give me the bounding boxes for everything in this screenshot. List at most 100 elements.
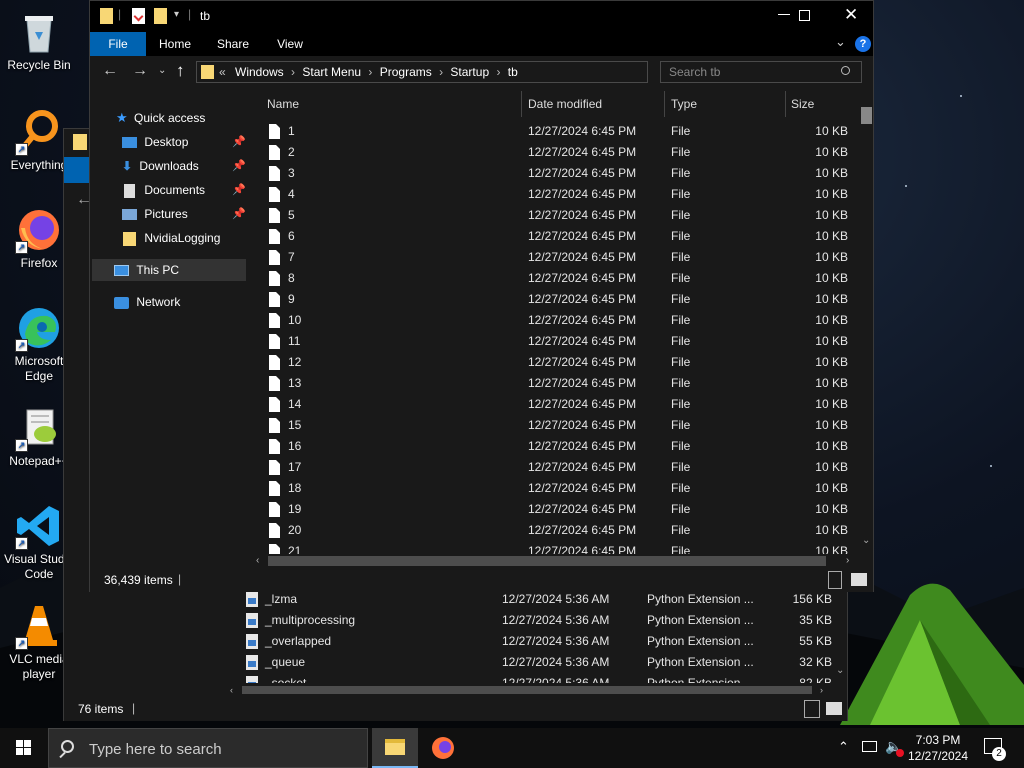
table-row[interactable]: 11 12/27/2024 6:45 PM File 10 KB [250, 331, 860, 352]
breadcrumb-separator-icon[interactable]: › [288, 65, 299, 79]
table-row[interactable]: 19 12/27/2024 6:45 PM File 10 KB [250, 499, 860, 520]
clock[interactable]: 7:03 PM 12/27/2024 [906, 732, 970, 764]
breadcrumb-item[interactable]: Programs [380, 65, 432, 79]
breadcrumb-item[interactable]: Startup [450, 65, 489, 79]
scroll-left-icon[interactable]: ‹ [256, 555, 259, 566]
table-row[interactable]: 10 12/27/2024 6:45 PM File 10 KB [250, 310, 860, 331]
table-row[interactable]: _multiprocessing 12/27/2024 5:36 AM Python… [222, 610, 832, 631]
table-row[interactable]: 8 12/27/2024 6:45 PM File 10 KB [250, 268, 860, 289]
properties-icon[interactable] [132, 8, 145, 24]
tab-view[interactable]: View [265, 32, 315, 56]
show-hidden-icons-icon[interactable]: ⌃ [838, 739, 849, 755]
scrollbar-thumb[interactable] [242, 686, 812, 694]
column-divider[interactable] [664, 91, 665, 117]
pin-icon[interactable]: 📌 [232, 203, 246, 225]
breadcrumb-item[interactable]: Windows [235, 65, 284, 79]
desktop-icon-recycle-bin[interactable]: Recycle Bin [2, 8, 76, 73]
table-row[interactable]: 9 12/27/2024 6:45 PM File 10 KB [250, 289, 860, 310]
large-icons-view-icon[interactable] [826, 702, 842, 715]
taskbar-file-explorer[interactable] [372, 728, 418, 768]
minimize-icon[interactable] [778, 14, 790, 15]
qat-dropdown-icon[interactable]: ▾ [174, 9, 179, 20]
search-icon[interactable] [841, 66, 850, 75]
scroll-down-icon[interactable]: ⌄ [836, 665, 844, 676]
title-bar[interactable]: | ▾ | tb ✕ [90, 1, 873, 32]
tab-file[interactable]: File [90, 32, 146, 56]
table-row[interactable]: 18 12/27/2024 6:45 PM File 10 KB [250, 478, 860, 499]
breadcrumb-item[interactable]: Start Menu [302, 65, 361, 79]
column-header-name[interactable]: Name [267, 91, 517, 117]
nav-this-pc[interactable]: This PC [92, 259, 246, 281]
table-row[interactable]: 12 12/27/2024 6:45 PM File 10 KB [250, 352, 860, 373]
scroll-right-icon[interactable]: › [846, 555, 849, 566]
taskbar-search-box[interactable]: Type here to search [48, 728, 368, 768]
vertical-scrollbar[interactable]: ⌄ [860, 97, 873, 562]
table-row[interactable]: _overlapped 12/27/2024 5:36 AM Python Exte… [222, 631, 832, 652]
scroll-right-icon[interactable]: › [820, 685, 823, 695]
table-row[interactable]: 1 12/27/2024 6:45 PM File 10 KB [250, 121, 860, 142]
table-row[interactable]: 7 12/27/2024 6:45 PM File 10 KB [250, 247, 860, 268]
close-icon[interactable]: ✕ [844, 5, 858, 25]
recent-locations-icon[interactable]: ⌄ [158, 65, 166, 76]
table-row[interactable]: 6 12/27/2024 6:45 PM File 10 KB [250, 226, 860, 247]
horizontal-scrollbar[interactable]: ‹ › [250, 554, 860, 568]
file-tab-fragment[interactable] [64, 157, 92, 183]
table-row[interactable]: 2 12/27/2024 6:45 PM File 10 KB [250, 142, 860, 163]
back-horizontal-scrollbar[interactable]: ‹ › [222, 683, 834, 696]
ribbon-expand-icon[interactable]: ⌄ [835, 34, 846, 50]
scroll-down-icon[interactable]: ⌄ [862, 535, 870, 546]
table-row[interactable]: 16 12/27/2024 6:45 PM File 10 KB [250, 436, 860, 457]
help-icon[interactable]: ? [855, 36, 871, 52]
breadcrumb-separator-icon[interactable]: › [436, 65, 447, 79]
column-header-size[interactable]: Size [791, 91, 851, 117]
breadcrumb-item[interactable]: tb [508, 65, 518, 79]
nav-documents[interactable]: Documents 📌 [122, 179, 246, 201]
table-row[interactable]: 15 12/27/2024 6:45 PM File 10 KB [250, 415, 860, 436]
network-status-icon[interactable] [862, 741, 877, 752]
table-row[interactable]: _queue 12/27/2024 5:36 AM Python Extension… [222, 652, 832, 673]
pin-icon[interactable]: 📌 [232, 155, 246, 177]
nav-downloads[interactable]: ⬇ Downloads 📌 [122, 155, 246, 177]
details-view-icon[interactable] [804, 700, 820, 718]
new-folder-icon[interactable] [154, 8, 167, 24]
forward-arrow-icon[interactable]: → [132, 62, 148, 80]
scrollbar-thumb[interactable] [861, 107, 872, 124]
table-row[interactable]: 13 12/27/2024 6:45 PM File 10 KB [250, 373, 860, 394]
table-row[interactable]: _lzma 12/27/2024 5:36 AM Python Extension … [222, 589, 832, 610]
pin-icon[interactable]: 📌 [232, 131, 246, 153]
table-row[interactable]: 5 12/27/2024 6:45 PM File 10 KB [250, 205, 860, 226]
taskbar-firefox[interactable] [420, 728, 466, 768]
column-header-type[interactable]: Type [671, 91, 781, 117]
search-box[interactable]: Search tb [660, 61, 862, 83]
nav-quick-access[interactable]: ★ Quick access [116, 107, 246, 129]
tab-home[interactable]: Home [150, 32, 200, 56]
maximize-icon[interactable] [799, 10, 810, 21]
details-view-icon[interactable] [828, 571, 842, 589]
column-header-date[interactable]: Date modified [528, 91, 658, 117]
nav-pictures[interactable]: Pictures 📌 [122, 203, 246, 225]
nav-nvidialogging[interactable]: NvidiaLogging [122, 227, 246, 249]
breadcrumb-separator-icon[interactable]: › [365, 65, 376, 79]
table-row[interactable]: 20 12/27/2024 6:45 PM File 10 KB [250, 520, 860, 541]
scroll-left-icon[interactable]: ‹ [230, 685, 233, 695]
nav-desktop[interactable]: Desktop 📌 [122, 131, 246, 153]
table-row[interactable]: 14 12/27/2024 6:45 PM File 10 KB [250, 394, 860, 415]
back-arrow-icon[interactable]: ← [102, 62, 118, 80]
explorer-window-front[interactable]: | ▾ | tb ✕ File Home Share View ⌄ ? ← → … [89, 0, 874, 592]
table-row[interactable]: 3 12/27/2024 6:45 PM File 10 KB [250, 163, 860, 184]
breadcrumb-separator-icon[interactable]: › [493, 65, 504, 79]
column-divider[interactable] [785, 91, 786, 117]
up-arrow-icon[interactable]: ↑ [176, 61, 185, 81]
file-list[interactable]: ⌃ Name Date modified Type Size 1 12/27/20… [250, 91, 860, 561]
table-row[interactable]: 17 12/27/2024 6:45 PM File 10 KB [250, 457, 860, 478]
column-divider[interactable] [521, 91, 522, 117]
breadcrumb-overflow[interactable]: « [219, 65, 226, 79]
start-button[interactable] [0, 728, 48, 768]
tab-share[interactable]: Share [208, 32, 258, 56]
back-file-list[interactable]: _lzma 12/27/2024 5:36 AM Python Extension … [222, 589, 834, 694]
address-bar[interactable]: « Windows › Start Menu › Programs › Star… [196, 61, 734, 83]
pin-icon[interactable]: 📌 [232, 179, 246, 201]
nav-network[interactable]: Network [114, 291, 246, 313]
scrollbar-thumb[interactable] [268, 556, 826, 566]
table-row[interactable]: 4 12/27/2024 6:45 PM File 10 KB [250, 184, 860, 205]
